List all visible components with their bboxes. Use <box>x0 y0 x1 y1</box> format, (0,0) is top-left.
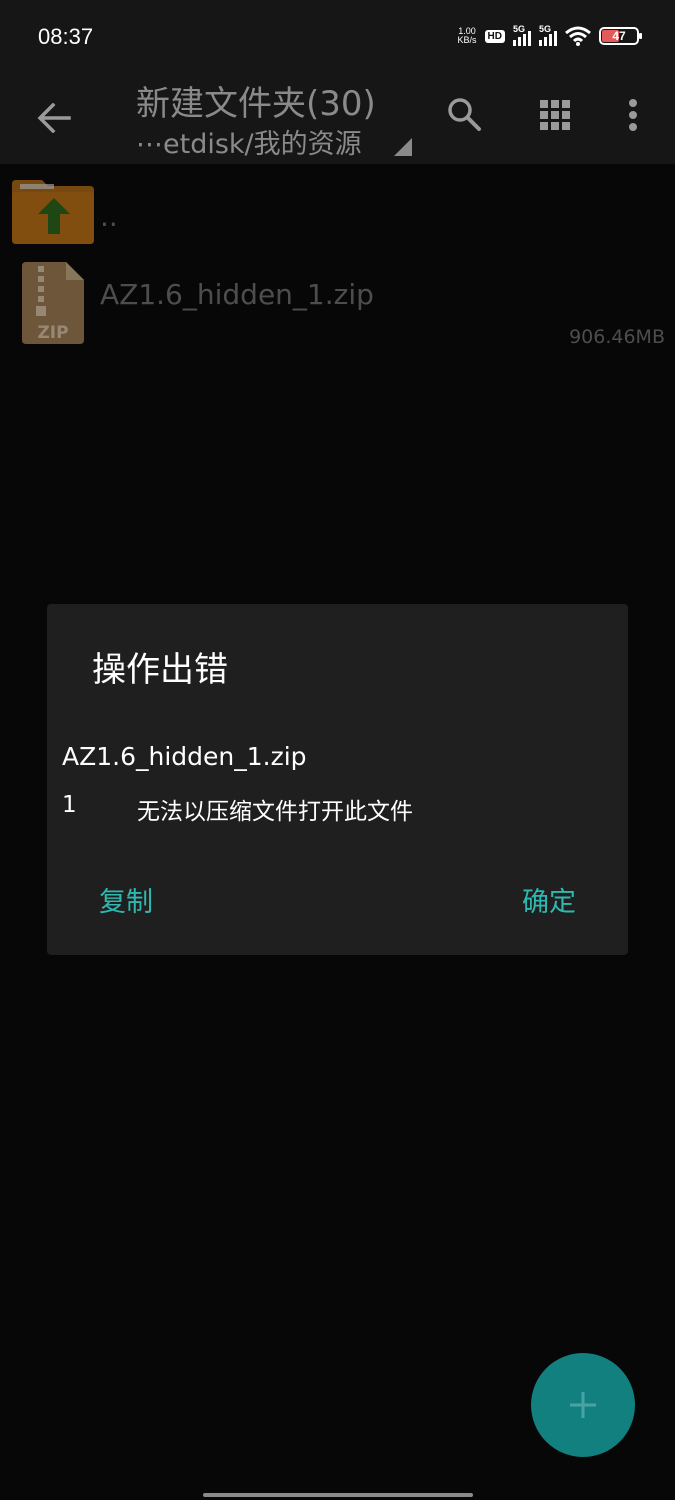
signal-icon-sim2: 5G <box>539 24 557 46</box>
copy-button[interactable]: 复制 <box>99 880 153 919</box>
more-vert-icon <box>629 99 637 131</box>
more-options-button[interactable] <box>616 94 650 136</box>
status-icons: 1.00 KB/s HD 5G 5G 47 <box>457 24 642 46</box>
dialog-title: 操作出错 <box>92 650 228 690</box>
signal-icon-sim1: 5G <box>513 24 531 46</box>
path-breadcrumb[interactable]: ⋯etdisk/我的资源 <box>136 122 362 161</box>
status-time: 08:37 <box>38 24 94 49</box>
gesture-nav-bar[interactable] <box>203 1493 473 1497</box>
dialog-error-code: 1 <box>62 792 77 818</box>
error-dialog: 操作出错 AZ1.6_hidden_1.zip 1 无法以压缩文件打开此文件 复… <box>47 604 628 955</box>
plus-icon <box>570 1392 596 1418</box>
wifi-icon <box>565 26 591 46</box>
ok-button[interactable]: 确定 <box>522 880 576 919</box>
battery-icon: 47 <box>599 27 642 45</box>
arrow-left-icon <box>37 103 71 133</box>
path-dropdown-icon[interactable] <box>394 138 412 156</box>
hd-voice-icon: HD <box>484 29 505 43</box>
app-bar: 新建文件夹(30) ⋯etdisk/我的资源 <box>0 76 675 164</box>
network-speed: 1.00 KB/s <box>457 26 477 45</box>
search-button[interactable] <box>442 92 486 136</box>
page-title: 新建文件夹(30) <box>136 84 376 124</box>
status-bar: 08:37 1.00 KB/s HD 5G 5G 47 <box>0 0 675 76</box>
add-button[interactable] <box>531 1353 635 1457</box>
back-button[interactable] <box>30 94 78 142</box>
view-mode-button[interactable] <box>534 94 576 136</box>
dialog-file-name: AZ1.6_hidden_1.zip <box>62 742 307 771</box>
dialog-error-message: 无法以压缩文件打开此文件 <box>137 799 413 825</box>
search-icon <box>448 98 481 131</box>
grid-icon <box>540 100 570 130</box>
